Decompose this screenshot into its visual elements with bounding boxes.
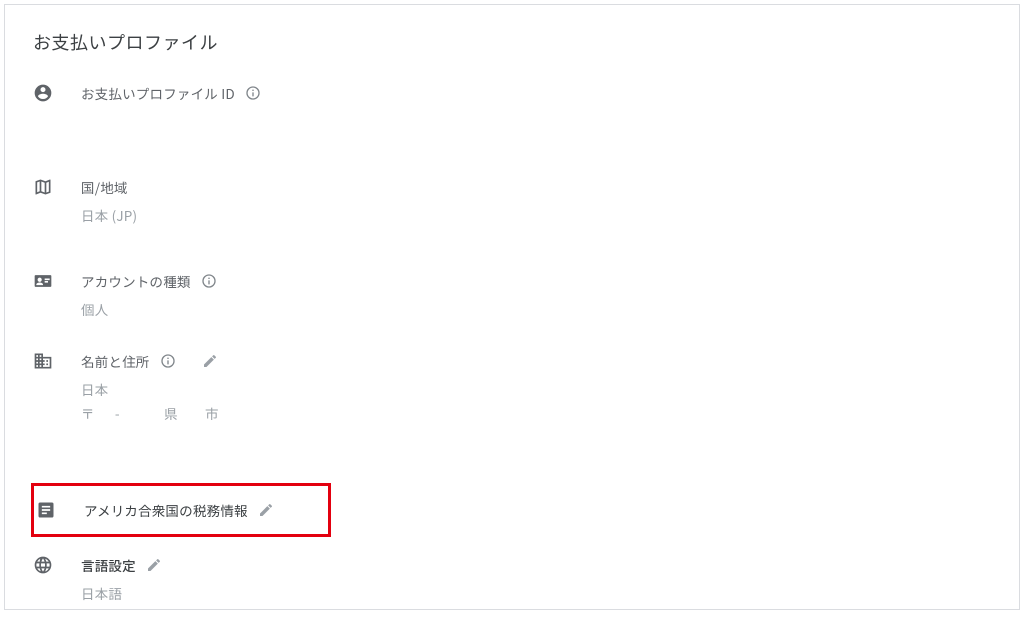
info-icon[interactable] bbox=[160, 353, 176, 369]
card-title: お支払いプロファイル bbox=[13, 29, 1011, 55]
account-type-value: 個人 bbox=[81, 299, 991, 319]
name-address-value1: 日本 bbox=[81, 379, 991, 399]
name-address-label: 名前と住所 bbox=[81, 351, 150, 371]
row-country: 国/地域 日本 (JP) bbox=[13, 171, 1011, 231]
us-tax-highlight: アメリカ合衆国の税務情報 bbox=[31, 483, 331, 537]
us-tax-label: アメリカ合衆国の税務情報 bbox=[84, 500, 248, 520]
info-icon[interactable] bbox=[245, 85, 261, 101]
country-value: 日本 (JP) bbox=[81, 205, 991, 225]
row-name-address: 名前と住所 日本 〒 - 県 市 bbox=[13, 345, 1011, 429]
globe-icon bbox=[33, 555, 81, 575]
edit-icon[interactable] bbox=[258, 502, 274, 518]
profile-id-label: お支払いプロファイル ID bbox=[81, 83, 235, 103]
info-icon[interactable] bbox=[201, 273, 217, 289]
account-type-label: アカウントの種類 bbox=[81, 271, 191, 291]
map-icon bbox=[33, 177, 81, 197]
name-address-value2: 〒 - 県 市 bbox=[81, 403, 991, 423]
row-profile-id: お支払いプロファイル ID bbox=[13, 77, 1011, 137]
business-icon bbox=[33, 351, 81, 371]
country-label: 国/地域 bbox=[81, 177, 128, 197]
badge-icon bbox=[33, 271, 81, 291]
edit-icon[interactable] bbox=[146, 557, 162, 573]
language-value: 日本語 bbox=[81, 583, 991, 603]
row-account-type: アカウントの種類 個人 bbox=[13, 265, 1011, 325]
article-icon bbox=[36, 500, 84, 520]
language-label: 言語設定 bbox=[81, 555, 136, 575]
payment-profile-card: お支払いプロファイル お支払いプロファイル ID 国/地域 日本 (JP) bbox=[4, 4, 1020, 610]
profile-id-value bbox=[81, 111, 991, 131]
person-icon bbox=[33, 83, 81, 103]
edit-icon[interactable] bbox=[202, 353, 218, 369]
row-language: 言語設定 日本語 bbox=[13, 549, 1011, 609]
